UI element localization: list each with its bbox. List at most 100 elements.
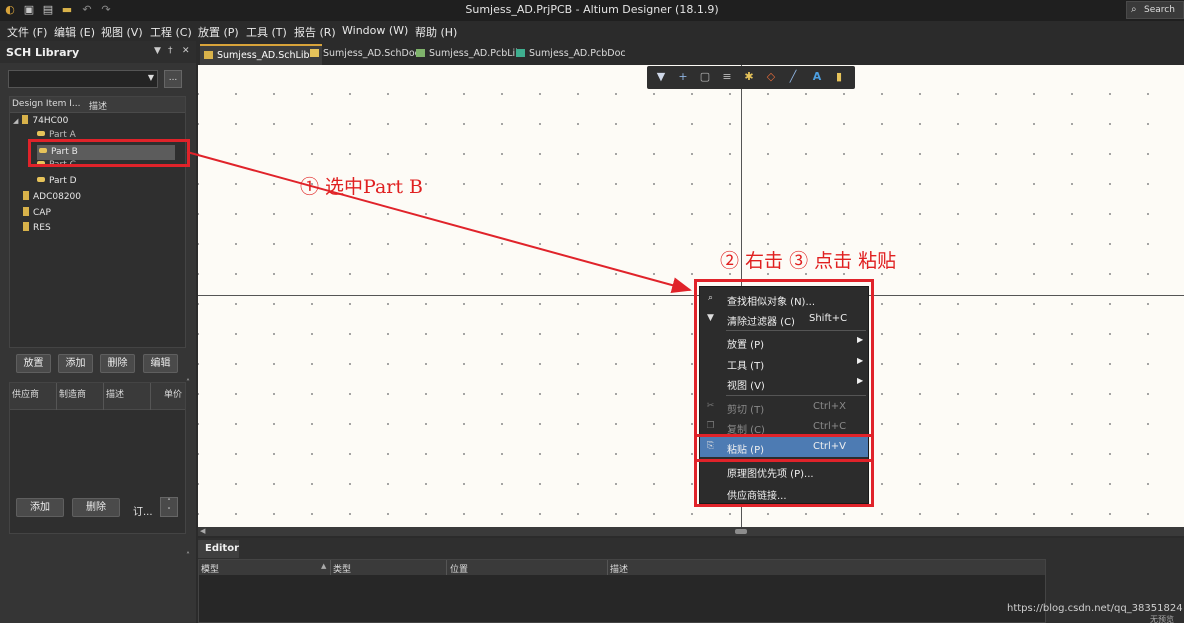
part-icon: [37, 177, 45, 182]
delete-button[interactable]: 删除: [100, 354, 135, 373]
text-icon[interactable]: A: [809, 69, 825, 85]
filter-combo[interactable]: ▼: [8, 70, 158, 88]
column-divider: [150, 383, 151, 410]
menu-reports[interactable]: 报告 (R): [294, 24, 336, 40]
add-icon[interactable]: +: [675, 69, 691, 85]
column-divider: [103, 383, 104, 410]
column-divider: [330, 560, 331, 575]
title-bar: ◐ ▣ ▤ ▬ ↶ ↷ Sumjess_AD.PrjPCB - Altium D…: [0, 0, 1184, 21]
collapse-icon[interactable]: ˄: [186, 551, 190, 560]
sch-library-panel: SCH Library ▼ † ✕ ▼ ... Design Item I...…: [0, 41, 196, 623]
tab-pcbdoc[interactable]: Sumjess_AD.PcbDoc: [512, 44, 631, 65]
order-spinner[interactable]: ˄ ˅: [160, 497, 178, 517]
panel-menu-icon[interactable]: ▼: [154, 46, 161, 56]
window-title: Sumjess_AD.PrjPCB - Altium Designer (18.…: [465, 3, 719, 16]
line-icon[interactable]: ╱: [785, 69, 801, 85]
tab-pcblib[interactable]: Sumjess_AD.PcbLib: [412, 44, 526, 65]
collapse-icon[interactable]: ˄: [186, 378, 190, 387]
component-icon: [23, 207, 29, 216]
menu-project[interactable]: 工程 (C): [150, 24, 192, 40]
canvas-scrollbar[interactable]: ◀: [198, 527, 1184, 536]
menu-view[interactable]: 视图 (V): [101, 24, 143, 40]
supplier-column-manufacturer[interactable]: 制造商: [59, 387, 86, 400]
tree-row[interactable]: Part D: [37, 176, 77, 191]
column-model[interactable]: 模型: [201, 562, 219, 575]
align-icon[interactable]: ≡: [719, 69, 735, 85]
pin-icon[interactable]: †: [168, 46, 173, 56]
component-tree: Design Item I... 描述 ◢ 74HC00 Part A Part …: [9, 96, 186, 348]
scroll-thumb[interactable]: [735, 529, 747, 534]
menu-bar: 文件 (F) 编辑 (E) 视图 (V) 工程 (C) 放置 (P) 工具 (T…: [0, 21, 1184, 41]
edit-button[interactable]: 编辑: [143, 354, 178, 373]
document-tabs: Sumjess_AD.SchLib * Sumjess_AD.SchDoc Su…: [196, 41, 1184, 65]
menu-window[interactable]: Window (W): [342, 24, 408, 37]
component-icon: [23, 222, 29, 231]
scroll-left-icon[interactable]: ◀: [200, 527, 205, 535]
component-icon: [22, 115, 29, 124]
add-button[interactable]: 添加: [58, 354, 93, 373]
filter-browse-button[interactable]: ...: [164, 70, 182, 88]
supplier-column-price[interactable]: 单价: [164, 387, 182, 400]
model-grid-header: 模型 ▲ 类型 位置 描述: [199, 560, 1045, 575]
schdoc-file-icon: [310, 49, 319, 57]
tab-label: Sumjess_AD.PcbLib: [429, 48, 522, 59]
schlib-file-icon: [204, 51, 213, 59]
close-icon[interactable]: ✕: [182, 46, 190, 56]
tree-row[interactable]: CAP: [23, 207, 51, 222]
tab-label: Sumjess_AD.SchDoc: [323, 48, 420, 59]
annotation-step23: ② 右击 ③ 点击 粘贴: [720, 250, 897, 272]
menu-file[interactable]: 文件 (F): [7, 24, 47, 40]
supplier-column-vendor[interactable]: 供应商: [12, 387, 39, 400]
panel-header: SCH Library ▼ † ✕: [0, 41, 196, 63]
pcbdoc-file-icon: [516, 49, 525, 57]
menu-tools[interactable]: 工具 (T): [246, 24, 287, 40]
column-type[interactable]: 类型: [333, 562, 351, 575]
menu-place[interactable]: 放置 (P): [198, 24, 239, 40]
tab-schdoc[interactable]: Sumjess_AD.SchDoc: [306, 44, 425, 65]
supplier-delete-button[interactable]: 删除: [72, 498, 120, 517]
supplier-add-button[interactable]: 添加: [16, 498, 64, 517]
tab-label: Sumjess_AD.SchLib *: [217, 50, 318, 61]
tree-column-design-item[interactable]: Design Item I...: [12, 99, 81, 109]
expand-icon[interactable]: ◢: [13, 117, 18, 125]
panel-title: SCH Library: [6, 46, 80, 59]
highlight-box-paste: [694, 434, 874, 462]
column-divider: [446, 560, 447, 575]
search-box[interactable]: ⌕ Search: [1126, 1, 1184, 19]
part-icon[interactable]: ▮: [831, 69, 847, 85]
tree-item-label: CAP: [33, 208, 51, 218]
tree-column-description[interactable]: 描述: [89, 99, 107, 112]
model-grid: 模型 ▲ 类型 位置 描述: [198, 559, 1046, 623]
sort-icon: ▲: [321, 562, 327, 570]
filter-icon[interactable]: ▼: [653, 69, 669, 85]
pcblib-file-icon: [416, 49, 425, 57]
tab-label: Sumjess_AD.PcbDoc: [529, 48, 626, 59]
place-button[interactable]: 放置: [16, 354, 51, 373]
column-description[interactable]: 描述: [610, 562, 628, 575]
tree-row[interactable]: ◢ 74HC00: [13, 115, 68, 130]
highlight-box-part-b: [28, 139, 190, 167]
part-icon: [37, 131, 45, 136]
tab-editor[interactable]: Editor: [198, 540, 239, 558]
annotation-step1: ① 选中Part B: [300, 176, 424, 198]
column-divider: [56, 383, 57, 410]
fill-icon[interactable]: ◇: [763, 69, 779, 85]
tree-row[interactable]: RES: [23, 222, 51, 237]
schematic-canvas[interactable]: [198, 65, 1184, 527]
tab-schlib[interactable]: Sumjess_AD.SchLib *: [200, 44, 323, 65]
tree-item-label: ADC08200: [33, 192, 82, 202]
select-rect-icon[interactable]: ▢: [697, 69, 713, 85]
preview-placeholder: 无预览: [1150, 615, 1174, 623]
search-label: Search: [1144, 5, 1175, 15]
supplier-header: 供应商 制造商 描述 单价: [10, 383, 185, 410]
tree-row[interactable]: ADC08200: [23, 191, 81, 206]
menu-edit[interactable]: 编辑 (E): [54, 24, 95, 40]
order-label: 订...: [133, 507, 153, 518]
pin-icon[interactable]: ✱: [741, 69, 757, 85]
highlight-box-context-menu: [694, 279, 874, 507]
tree-item-label: 74HC00: [32, 116, 69, 126]
menu-help[interactable]: 帮助 (H): [415, 24, 457, 40]
supplier-column-description[interactable]: 描述: [106, 387, 124, 400]
column-location[interactable]: 位置: [450, 562, 468, 575]
chevron-down-icon: ▼: [147, 73, 154, 82]
